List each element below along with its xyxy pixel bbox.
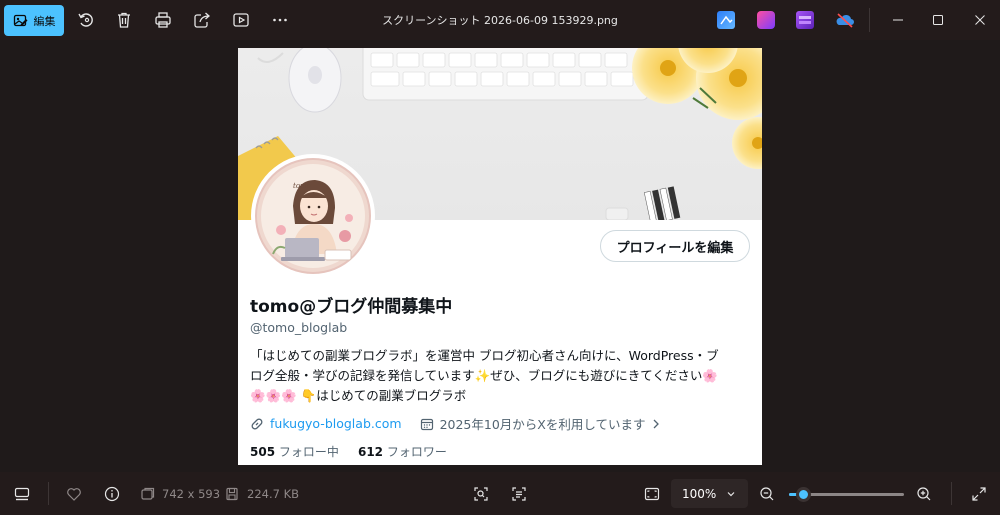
following-label: フォロー中: [278, 445, 339, 459]
edit-button-label: 編集: [33, 14, 56, 28]
zoom-slider-thumb[interactable]: [795, 487, 811, 502]
zoom-in-icon[interactable]: [913, 483, 935, 505]
close-button[interactable]: [965, 6, 995, 34]
follow-stats: 505 フォロー中 612 フォロワー: [250, 443, 447, 460]
profile-name: tomo@ブログ仲間募集中: [250, 297, 453, 317]
print-icon[interactable]: [151, 8, 175, 32]
filmstrip-icon[interactable]: [11, 483, 33, 505]
edit-profile-button[interactable]: プロフィールを編集: [600, 230, 750, 262]
title-bar: 編集 スクリーンショット 2026-06-09 153929.png: [0, 0, 1000, 40]
avatar-illustration: tomo: [257, 160, 369, 272]
profile-bio: 「はじめての副業ブログラボ」を運営中 ブログ初心者さん向けに、WordPress…: [250, 346, 756, 406]
slideshow-icon[interactable]: [229, 8, 253, 32]
avatar[interactable]: tomo: [255, 158, 371, 274]
dimensions-icon: [137, 483, 159, 505]
followers-stat[interactable]: 612 フォロワー: [358, 445, 447, 459]
info-icon[interactable]: [101, 483, 123, 505]
profile-meta: fukugyo-bloglab.com 2025年10月からXを利用しています: [250, 414, 661, 433]
zoom-value: 100%: [682, 486, 717, 501]
profile-link[interactable]: fukugyo-bloglab.com: [270, 416, 402, 431]
minimize-button[interactable]: [883, 6, 913, 34]
image-dimensions: 742 x 593: [162, 487, 221, 501]
photo-editor-app-icon[interactable]: [717, 11, 735, 29]
maximize-icon: [933, 15, 943, 25]
favorite-icon[interactable]: [63, 483, 85, 505]
edit-image-icon: [13, 14, 27, 26]
bottom-divider: [951, 482, 952, 505]
maximize-button[interactable]: [923, 6, 953, 34]
clipchamp-app-icon[interactable]: [757, 11, 775, 29]
visual-search-icon[interactable]: [470, 483, 492, 505]
more-options-icon[interactable]: [268, 8, 292, 32]
zoom-select[interactable]: 100%: [671, 479, 748, 508]
delete-icon[interactable]: [112, 8, 136, 32]
file-size-icon: [221, 483, 243, 505]
calendar-icon: [420, 418, 433, 430]
displayed-image[interactable]: tomo プロフィールを編集 tomo@ブログ仲間募集中 @tomo_blogl…: [238, 48, 762, 465]
joined-date: 2025年10月からXを利用しています: [439, 417, 646, 432]
zoom-out-icon[interactable]: [756, 483, 778, 505]
bottom-divider: [48, 482, 49, 505]
share-icon[interactable]: [190, 8, 214, 32]
chevron-down-icon: [727, 492, 735, 497]
following-count: 505: [250, 445, 276, 459]
fit-to-window-icon[interactable]: [641, 483, 663, 505]
bio-line: ログ全般・学びの記録を発信しています✨ぜひ、ブログにも遊びにきてください🌸: [250, 368, 718, 383]
edit-button[interactable]: 編集: [4, 5, 64, 36]
onedrive-icon[interactable]: [835, 11, 854, 29]
video-editor-app-icon[interactable]: [796, 11, 814, 29]
link-icon: [251, 418, 263, 429]
bio-line: 「はじめての副業ブログラボ」を運営中 ブログ初心者さん向けに、WordPress…: [250, 348, 719, 363]
bottom-bar: 742 x 593 224.7 KB 100%: [0, 472, 1000, 515]
avatar-signature: tomo: [293, 182, 311, 190]
fullscreen-icon[interactable]: [968, 483, 990, 505]
scan-text-icon[interactable]: [508, 483, 530, 505]
minimize-icon: [893, 19, 903, 21]
file-size: 224.7 KB: [247, 487, 300, 501]
toolbar-divider: [869, 8, 870, 32]
followers-label: フォロワー: [386, 445, 447, 459]
rotate-icon[interactable]: [74, 8, 98, 32]
close-icon: [975, 15, 985, 25]
following-stat[interactable]: 505 フォロー中: [250, 445, 339, 459]
followers-count: 612: [357, 445, 384, 459]
bio-line: 🌸🌸🌸 👇はじめての副業ブログラボ: [250, 388, 467, 403]
chevron-right-icon: [654, 419, 660, 428]
profile-handle: @tomo_bloglab: [250, 320, 348, 335]
